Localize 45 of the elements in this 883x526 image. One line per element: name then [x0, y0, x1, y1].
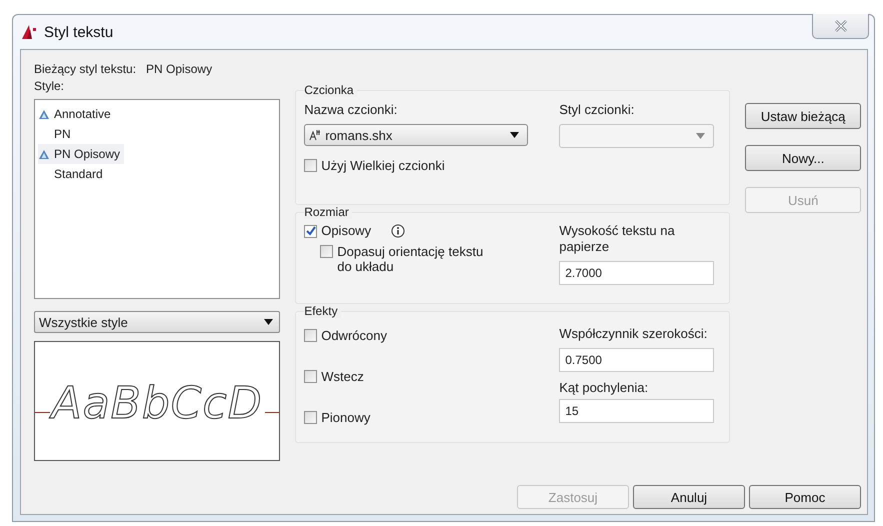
current-style-value: PN Opisowy: [146, 62, 212, 76]
style-item[interactable]: Annotative: [38, 104, 115, 124]
width-factor-field[interactable]: 0.7500: [559, 348, 714, 372]
oblique-angle-field[interactable]: 15: [559, 399, 714, 423]
side-button[interactable]: Ustaw bieżącą: [745, 103, 861, 129]
caret-icon: [510, 132, 520, 138]
dialog-button[interactable]: Anuluj: [633, 485, 745, 509]
checkbox[interactable]: [304, 370, 318, 383]
style-item[interactable]: PN: [38, 124, 75, 144]
checkbox-label: Dopasuj orientację tekstu do układu: [337, 244, 484, 274]
dialog-button[interactable]: Pomoc: [749, 485, 861, 509]
width-factor-label: Współczynnik szerokości:: [559, 326, 708, 341]
checkbox-label: Odwrócony: [321, 328, 387, 343]
paper-height-field[interactable]: 2.7000: [559, 261, 714, 285]
checkbox[interactable]: [304, 411, 318, 424]
font-style-label: Styl czcionki:: [559, 102, 636, 117]
paper-height-label: Wysokość tekstu na papierze: [559, 223, 676, 255]
side-button[interactable]: Nowy...: [745, 145, 861, 171]
styles-label: Style:: [34, 79, 66, 93]
font-icon: [309, 129, 322, 141]
app-logo-icon: [22, 25, 38, 39]
checkbox[interactable]: [304, 159, 318, 172]
group-title: Czcionka: [304, 83, 357, 97]
window-title: Styl tekstu: [44, 24, 114, 40]
style-item[interactable]: PN Opisowy: [38, 144, 124, 164]
checkbox[interactable]: [320, 245, 334, 258]
group-title: Rozmiar: [304, 205, 352, 219]
caret-icon: [264, 319, 274, 325]
style-filter-dropdown[interactable]: Wszystkie style: [34, 311, 280, 333]
checkbox[interactable]: [304, 329, 318, 342]
caret-icon: [696, 133, 706, 139]
style-item[interactable]: Standard: [38, 164, 107, 184]
checkbox-label: Wstecz: [321, 369, 364, 384]
oblique-angle-label: Kąt pochylenia:: [559, 380, 650, 395]
close-button[interactable]: [812, 14, 869, 39]
info-icon: [391, 224, 406, 238]
font-name-label: Nazwa czcionki:: [304, 102, 398, 117]
close-icon: [834, 20, 848, 32]
current-style-label: Bieżący styl tekstu:: [34, 62, 136, 76]
checkbox-label: Opisowy: [321, 223, 372, 238]
group-title: Efekty: [304, 304, 341, 318]
font-name-dropdown[interactable]: romans.shx: [304, 124, 528, 146]
checkbox-label: Użyj Wielkiej czcionki: [321, 158, 445, 173]
checkbox-label: Pionowy: [321, 410, 370, 425]
checkbox[interactable]: [304, 224, 318, 238]
